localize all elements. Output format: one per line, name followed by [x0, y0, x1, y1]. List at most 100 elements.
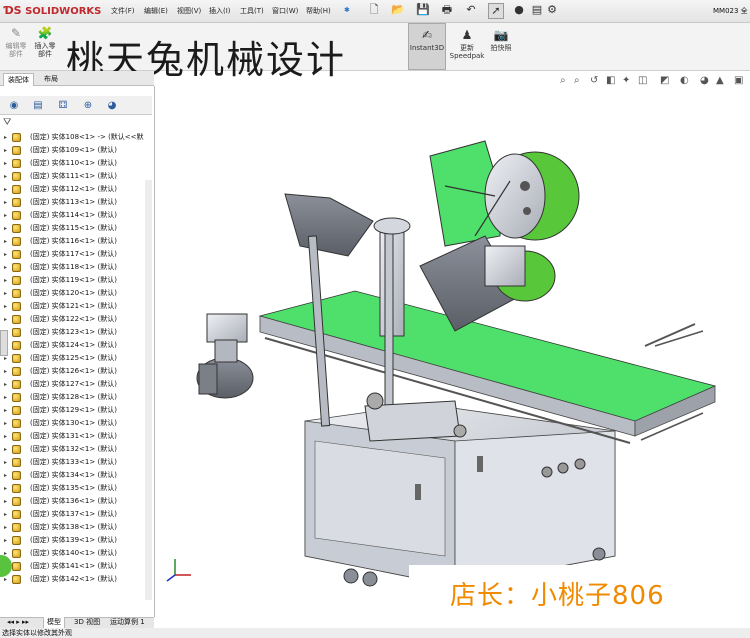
tree-item[interactable]: ▸ (固定) 实体122<1> (默认)	[0, 313, 152, 326]
panel-collapse-handle[interactable]	[0, 330, 8, 356]
tree-item[interactable]: ▸ (固定) 实体118<1> (默认)	[0, 261, 152, 274]
guide-rod[interactable]	[644, 323, 696, 347]
tree-item[interactable]: ▸(固定) 实体124<1> (默认)	[0, 339, 152, 352]
tree-item[interactable]: ▸ (固定) 实体129<1> (默认)	[0, 404, 152, 417]
tree-item[interactable]: ▸ (固定) 实体135<1> (默认)	[0, 482, 152, 495]
expand-arrow-icon[interactable]: ▸	[4, 313, 7, 326]
tree-item[interactable]: ▸ (固定) 实体137<1> (默认)	[0, 508, 152, 521]
expand-arrow-icon[interactable]: ▸	[4, 222, 7, 235]
menu-file[interactable]: 文件(F)	[111, 6, 135, 16]
tree-item[interactable]: ▸ (固定) 实体130<1> (默认)	[0, 417, 152, 430]
rebuild-icon[interactable]: ●	[512, 3, 526, 17]
dimxpert-tab-icon[interactable]: ⊕	[80, 99, 96, 112]
tree-item[interactable]: ▸ (固定) 实体113<1> (默认)	[0, 196, 152, 209]
menu-edit[interactable]: 编辑(E)	[144, 6, 168, 16]
menu-view[interactable]: 视图(V)	[177, 6, 201, 16]
tree-scrollbar[interactable]	[145, 180, 152, 600]
expand-arrow-icon[interactable]: ▸	[4, 365, 7, 378]
view-orientation-icon[interactable]: ◫	[638, 75, 647, 86]
graphics-viewport[interactable]	[155, 86, 750, 628]
expand-arrow-icon[interactable]: ▸	[4, 287, 7, 300]
save-icon[interactable]: 💾	[416, 3, 430, 17]
expand-arrow-icon[interactable]: ▸	[4, 183, 7, 196]
expand-arrow-icon[interactable]: ▸	[4, 469, 7, 482]
tree-item[interactable]: ▸ (固定) 实体116<1> (默认)	[0, 235, 152, 248]
pin-icon[interactable]: ✱	[344, 6, 350, 14]
tree-item[interactable]: ▸ (固定) 实体111<1> (默认)	[0, 170, 152, 183]
tab-motion-study[interactable]: 运动算例 1	[107, 617, 148, 628]
tree-item[interactable]: ▸ (固定) 实体119<1> (默认)	[0, 274, 152, 287]
tree-item[interactable]: ▸ (固定) 实体128<1> (默认)	[0, 391, 152, 404]
expand-arrow-icon[interactable]: ▸	[4, 456, 7, 469]
new-document-icon[interactable]: 🗋	[367, 3, 381, 17]
dynamic-annotation-icon[interactable]: ✦	[622, 75, 630, 86]
expand-arrow-icon[interactable]: ▸	[4, 430, 7, 443]
undo-icon[interactable]: ↶	[464, 3, 478, 17]
file-properties-icon[interactable]: ▤	[530, 3, 544, 17]
tab-3d-views[interactable]: 3D 视图	[71, 617, 103, 628]
tree-item[interactable]: ▸ (固定) 实体138<1> (默认)	[0, 521, 152, 534]
configuration-tab-icon[interactable]: ⚃	[55, 99, 71, 112]
menu-tools[interactable]: 工具(T)	[240, 6, 264, 16]
section-view-icon[interactable]: ◧	[606, 75, 615, 86]
hide-show-items-icon[interactable]: ◐	[680, 75, 689, 86]
zoom-to-fit-icon[interactable]: ⌕	[560, 75, 566, 86]
edit-component-button[interactable]: ✎ 编辑零部件	[3, 26, 29, 58]
expand-arrow-icon[interactable]: ▸	[4, 508, 7, 521]
tree-item[interactable]: ▸ (固定) 实体117<1> (默认)	[0, 248, 152, 261]
tree-item[interactable]: ▸ (固定) 实体131<1> (默认)	[0, 430, 152, 443]
tree-item[interactable]: ▸ (固定) 实体140<1> (默认)	[0, 547, 152, 560]
expand-arrow-icon[interactable]: ▸	[4, 131, 7, 144]
display-style-icon[interactable]: ◩	[660, 75, 669, 86]
update-speedpak-button[interactable]: ♟ 更新 Speedpak	[448, 28, 486, 60]
expand-arrow-icon[interactable]: ▸	[4, 404, 7, 417]
expand-arrow-icon[interactable]: ▸	[4, 157, 7, 170]
tree-item[interactable]: ▸ (固定) 实体109<1> (默认)	[0, 144, 152, 157]
expand-arrow-icon[interactable]: ▸	[4, 443, 7, 456]
tree-item[interactable]: ▸ (固定) 实体115<1> (默认)	[0, 222, 152, 235]
options-icon[interactable]: ⚙	[545, 3, 559, 17]
expand-arrow-icon[interactable]: ▸	[4, 144, 7, 157]
expand-arrow-icon[interactable]: ▸	[4, 261, 7, 274]
filter-icon[interactable]: ⛛	[3, 117, 11, 128]
nav-arrows-icon[interactable]: ◂◂ ▸ ▸▸	[4, 617, 32, 628]
open-icon[interactable]: 📂	[391, 3, 405, 17]
tree-item[interactable]: ▸ (固定) 实体132<1> (默认)	[0, 443, 152, 456]
tree-item[interactable]: ▸(固定) 实体141<1> (默认)	[0, 560, 152, 573]
expand-arrow-icon[interactable]: ▸	[4, 495, 7, 508]
tree-item[interactable]: ▸ (固定) 实体136<1> (默认)	[0, 495, 152, 508]
print-icon[interactable]: 🖶	[440, 3, 454, 17]
menu-window[interactable]: 窗口(W)	[272, 6, 298, 16]
tree-item[interactable]: ▸ (固定) 实体114<1> (默认)	[0, 209, 152, 222]
labeling-machine-model[interactable]	[155, 86, 750, 628]
solidworks-logo[interactable]: ƊS SOLIDWORKS	[4, 4, 101, 17]
display-manager-tab-icon[interactable]: ◕	[104, 99, 120, 112]
menu-insert[interactable]: 插入(I)	[209, 6, 231, 16]
tree-item[interactable]: ▸ (固定) 实体133<1> (默认)	[0, 456, 152, 469]
tree-item[interactable]: ▸ (固定) 实体110<1> (默认)	[0, 157, 152, 170]
expand-arrow-icon[interactable]: ▸	[4, 209, 7, 222]
tree-item[interactable]: ▸ (固定) 实体112<1> (默认)	[0, 183, 152, 196]
expand-arrow-icon[interactable]: ▸	[4, 521, 7, 534]
tree-item[interactable]: ▸ (固定) 实体126<1> (默认)	[0, 365, 152, 378]
expand-arrow-icon[interactable]: ▸	[4, 235, 7, 248]
zoom-area-icon[interactable]: ⌕	[574, 75, 580, 86]
scene-icon[interactable]: ▲	[716, 75, 724, 86]
insert-component-button[interactable]: 🧩 插入零部件	[32, 26, 58, 58]
snapshot-button[interactable]: 📷 拍快照	[488, 28, 514, 52]
tree-item[interactable]: ▸ (固定) 实体120<1> (默认)	[0, 287, 152, 300]
expand-arrow-icon[interactable]: ▸	[4, 378, 7, 391]
expand-arrow-icon[interactable]: ▸	[4, 482, 7, 495]
expand-arrow-icon[interactable]: ▸	[4, 196, 7, 209]
previous-view-icon[interactable]: ↺	[590, 75, 598, 86]
drive-motor[interactable]	[196, 313, 254, 399]
tree-item[interactable]: ▸ (固定) 实体121<1> (默认)	[0, 300, 152, 313]
expand-arrow-icon[interactable]: ▸	[4, 417, 7, 430]
tree-item[interactable]: ▸ (固定) 实体108<1> -> (默认<<默	[0, 131, 152, 144]
tree-item[interactable]: ▸ (固定) 实体142<1> (默认)	[0, 573, 152, 586]
expand-arrow-icon[interactable]: ▸	[4, 170, 7, 183]
tree-item[interactable]: ▸ (固定) 实体134<1> (默认)	[0, 469, 152, 482]
feature-tree-tab-icon[interactable]: ◉	[6, 99, 22, 112]
select-cursor-icon[interactable]: ➚	[488, 3, 504, 19]
tree-item[interactable]: ▸ (固定) 实体125<1> (默认)	[0, 352, 152, 365]
